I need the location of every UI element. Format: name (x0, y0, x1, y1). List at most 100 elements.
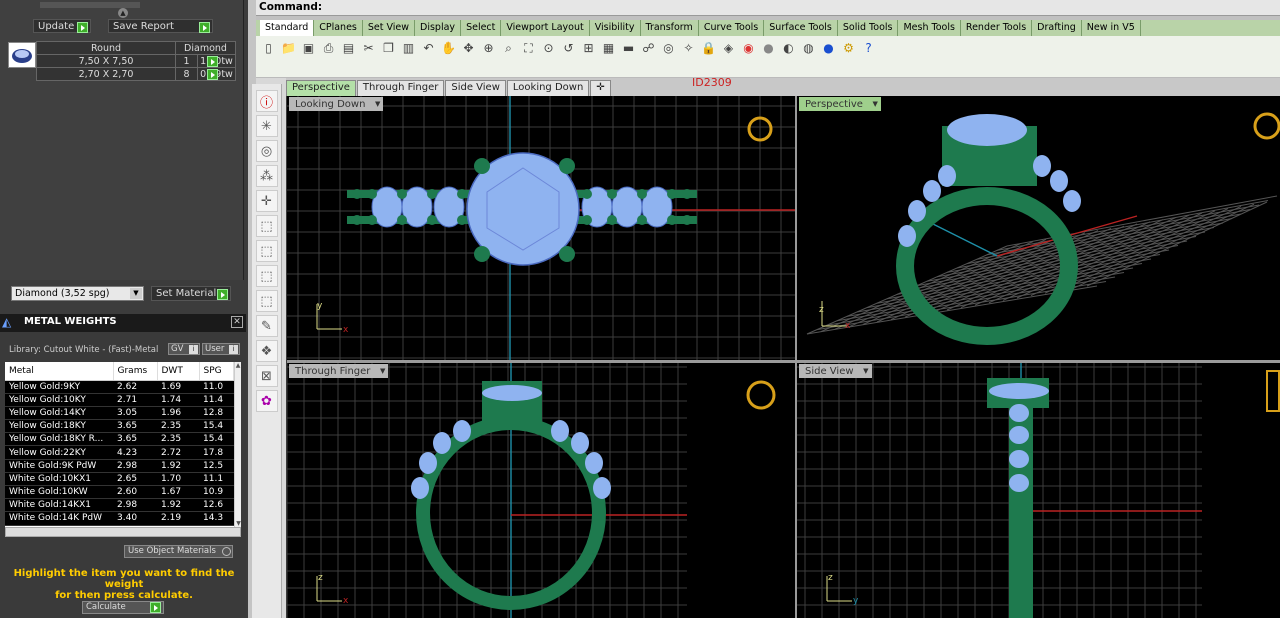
settings-icon[interactable]: ⚙ (840, 40, 857, 57)
close-icon[interactable]: ✕ (231, 316, 243, 328)
use-object-materials-toggle[interactable]: Use Object Materials (124, 545, 233, 558)
scroll-down-icon[interactable]: ▼ (235, 520, 241, 527)
color-icon[interactable]: ◉ (740, 40, 757, 57)
tab-mesh-tools[interactable]: Mesh Tools (898, 20, 961, 36)
viewport-tab-side-view[interactable]: Side View (445, 80, 506, 96)
zoom-extents-icon[interactable]: ⛶ (520, 40, 537, 57)
save-icon[interactable]: ▣ (300, 40, 317, 57)
table-scrollbar[interactable]: ▲ ▼ (234, 362, 241, 527)
copy-icon[interactable]: ❐ (380, 40, 397, 57)
properties-icon[interactable]: ☍ (640, 40, 657, 57)
tab-viewport-layout[interactable]: Viewport Layout (501, 20, 590, 36)
zoom-selected-icon[interactable]: ⊙ (540, 40, 557, 57)
box-front-icon[interactable]: ⬚ (255, 240, 278, 262)
table-row[interactable]: White Gold:14KX1 2.98 1.92 12.6 (5, 498, 234, 513)
brush-icon[interactable]: ✎ (255, 315, 278, 337)
table-row[interactable]: Yellow Gold:22KY 4.23 2.72 17.8 (5, 445, 234, 460)
zoom-icon[interactable]: ⊕ (480, 40, 497, 57)
four-view-icon[interactable]: ⊞ (580, 40, 597, 57)
help-icon[interactable]: ? (860, 40, 877, 57)
calculate-button[interactable]: Calculate (82, 601, 164, 614)
tab-select[interactable]: Select (461, 20, 502, 36)
tab-curve-tools[interactable]: Curve Tools (699, 20, 765, 36)
box-persp-icon[interactable]: ⬚ (255, 290, 278, 312)
tab-visibility[interactable]: Visibility (590, 20, 641, 36)
zoom-window-icon[interactable]: ⌕ (500, 40, 517, 57)
print-icon[interactable]: ⎙ (320, 40, 337, 57)
tab-render-tools[interactable]: Render Tools (961, 20, 1033, 36)
open-icon[interactable]: 📁 (280, 40, 297, 57)
row-play-button[interactable] (207, 56, 218, 67)
col-grams[interactable]: Grams (113, 362, 158, 381)
table-row[interactable]: White Gold:14K PdW 3.40 2.19 14.3 (5, 511, 234, 526)
box-top-icon[interactable]: ⬚ (255, 215, 278, 237)
pan-icon[interactable]: ✋ (440, 40, 457, 57)
viewport-through-finger[interactable]: zx Through Finger (287, 363, 795, 618)
table-row[interactable]: Yellow Gold:10KY 2.71 1.74 11.4 (5, 393, 234, 407)
update-button[interactable]: Update (33, 19, 91, 33)
tab-surface-tools[interactable]: Surface Tools (764, 20, 838, 36)
tab-standard[interactable]: Standard (260, 20, 315, 36)
tab-set-view[interactable]: Set View (363, 20, 416, 36)
table-row[interactable]: Yellow Gold:14KY 3.05 1.96 12.8 (5, 406, 234, 421)
globe-icon[interactable]: ◎ (255, 140, 278, 162)
add-viewport-tab-icon[interactable]: ✛ (590, 80, 611, 96)
layer-icon[interactable]: ◈ (720, 40, 737, 57)
zoom-extent-icon[interactable]: ⊠ (255, 365, 278, 387)
rotate-icon[interactable]: ✥ (460, 40, 477, 57)
ghost-icon[interactable]: ◍ (800, 40, 817, 57)
table-row[interactable]: White Gold:10KW 2.60 1.67 10.9 (5, 485, 234, 500)
osnap-icon[interactable]: ◎ (660, 40, 677, 57)
viewport-tab-looking-down[interactable]: Looking Down (506, 80, 590, 96)
tab-drafting[interactable]: Drafting (1032, 20, 1082, 36)
viewport-label-looking-down[interactable]: Looking Down (289, 97, 384, 111)
user-toggle[interactable]: User i (202, 343, 240, 355)
table-row[interactable]: Yellow Gold:9KY 2.62 1.69 11.0 (5, 380, 234, 394)
gv-toggle[interactable]: GV i (168, 343, 200, 355)
viewport-side-view[interactable]: zy Side View (797, 363, 1280, 618)
import-icon[interactable]: ▤ (340, 40, 357, 57)
shade-icon[interactable]: ◐ (780, 40, 797, 57)
cut-icon[interactable]: ✂ (360, 40, 377, 57)
cplane-icon[interactable]: ✛ (255, 190, 278, 212)
col-dwt[interactable]: DWT (157, 362, 200, 381)
grid-icon[interactable]: ▦ (600, 40, 617, 57)
command-bar[interactable]: Command: (256, 0, 1280, 16)
table-row[interactable]: 2,70 X 2,70 8 0,59tw (36, 67, 236, 81)
viewport-looking-down[interactable]: yx Looking Down (287, 96, 795, 360)
table-row[interactable]: 7,50 X 7,50 1 1,60tw (36, 54, 236, 68)
paste-icon[interactable]: ▥ (400, 40, 417, 57)
light-icon[interactable]: ✧ (680, 40, 697, 57)
gear-icon[interactable]: ✿ (255, 390, 278, 412)
render-icon[interactable]: ❖ (255, 340, 278, 362)
table-row[interactable]: White Gold:9K PdW 2.98 1.92 12.5 (5, 459, 234, 473)
tab-solid-tools[interactable]: Solid Tools (838, 20, 899, 36)
axes-icon[interactable]: ✳ (255, 115, 278, 137)
collapse-icon[interactable]: ▲ (118, 8, 128, 18)
cplane-icon[interactable]: ▬ (620, 40, 637, 57)
new-icon[interactable]: ▯ (260, 40, 277, 57)
tab-new-in-v5[interactable]: New in V5 (1082, 20, 1141, 36)
horizontal-scrollbar[interactable] (5, 527, 241, 537)
material-select[interactable]: Diamond (3,52 spg) ▼ (11, 286, 144, 301)
tab-cplanes[interactable]: CPlanes (314, 20, 363, 36)
viewport-tab-perspective[interactable]: Perspective (286, 80, 356, 96)
tab-transform[interactable]: Transform (641, 20, 699, 36)
render-icon[interactable]: ● (760, 40, 777, 57)
save-report-button[interactable]: Save Report (108, 19, 213, 33)
lock-icon[interactable]: 🔒 (700, 40, 717, 57)
viewport-tab-through-finger[interactable]: Through Finger (356, 80, 445, 96)
scroll-up-icon[interactable]: ▲ (235, 362, 241, 369)
material-icon[interactable]: ● (820, 40, 837, 57)
viewport-label-through-finger[interactable]: Through Finger (289, 364, 389, 378)
set-material-button[interactable]: Set Material (151, 286, 231, 301)
col-metal[interactable]: Metal (5, 362, 114, 381)
viewport-label-perspective[interactable]: Perspective (799, 97, 881, 111)
undo-view-icon[interactable]: ↺ (560, 40, 577, 57)
table-row[interactable]: Yellow Gold:18KY R... 3.65 2.35 15.4 (5, 432, 234, 447)
viewport-perspective[interactable]: zx Perspective (797, 96, 1280, 360)
box-right-icon[interactable]: ⬚ (255, 265, 278, 287)
table-row[interactable]: Yellow Gold:18KY 3.65 2.35 15.4 (5, 419, 234, 434)
viewport-label-side-view[interactable]: Side View (799, 364, 872, 378)
col-spg[interactable]: SPG (199, 362, 234, 381)
